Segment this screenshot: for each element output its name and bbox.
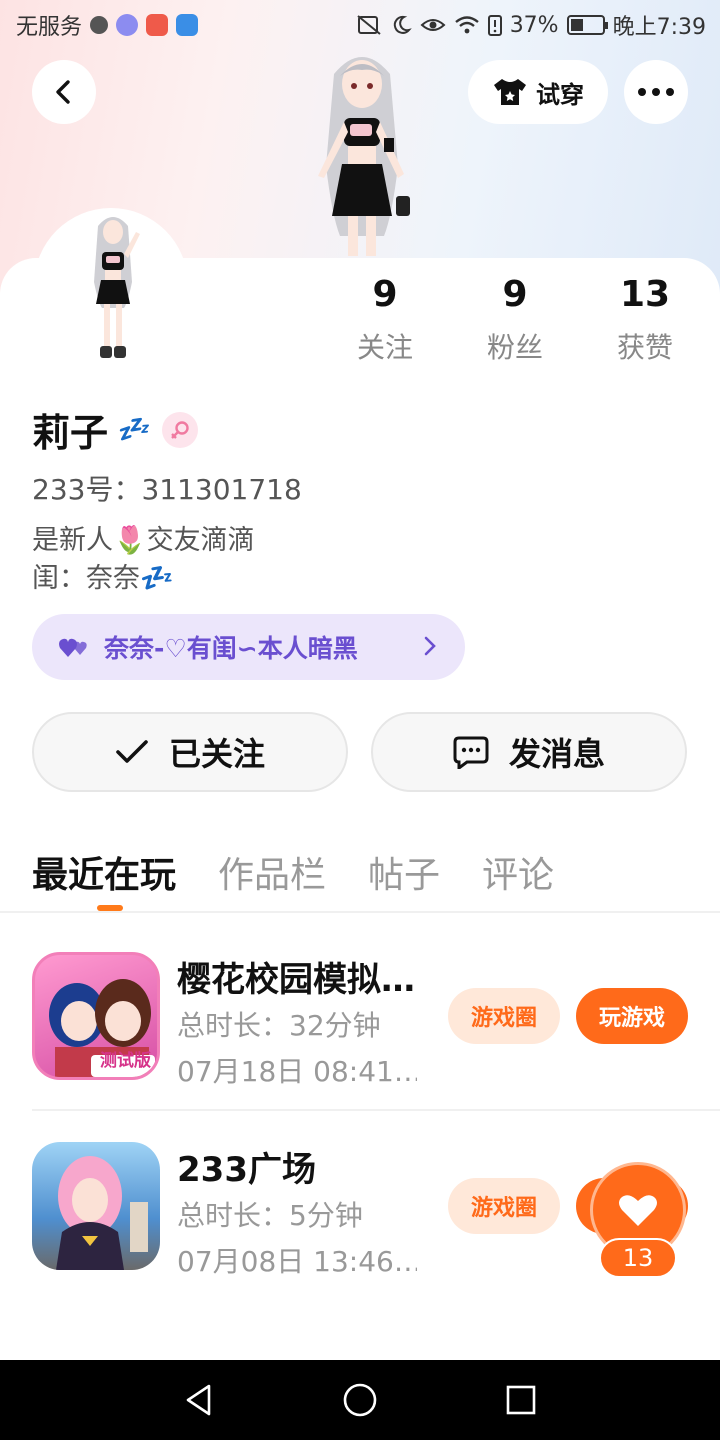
play-game-button[interactable]: 玩游戏 [576, 988, 688, 1044]
profile-tabs: 最近在玩 作品栏 帖子 评论 [32, 846, 554, 896]
family-link[interactable]: 奈奈-♡有闺∽本人暗黑 [32, 614, 465, 680]
game-last-played: 07月18日 08:41… [177, 1055, 417, 1088]
nav-back-icon[interactable] [183, 1383, 215, 1417]
avatar-figure-small[interactable] [80, 212, 146, 364]
user-name: 莉子 [32, 411, 109, 455]
send-message-button[interactable]: 发消息 [371, 712, 687, 792]
send-message-label: 发消息 [508, 735, 605, 773]
wifi-icon [454, 16, 479, 34]
game-list-item[interactable]: 测试版 樱花校园模拟… 总时长：32分钟 07月18日 08:41… 游戏圈 玩… [32, 952, 720, 1092]
battery-alert-icon [487, 15, 502, 36]
user-bio: 是新人🌷交友滴滴 闺：奈奈💤 [32, 522, 255, 598]
game-play-duration: 总时长：5分钟 [177, 1199, 363, 1232]
carrier-text: 无服务 [16, 15, 83, 40]
tshirt-icon [494, 79, 526, 105]
list-divider [32, 1109, 720, 1111]
game-icon-sakura-school[interactable]: 测试版 [32, 952, 160, 1080]
game-play-duration: 总时长：32分钟 [177, 1009, 381, 1042]
status-bar: 无服务 37% 晚上7:39 [0, 0, 720, 50]
stat-value: 13 [619, 274, 671, 315]
chevron-left-icon [56, 80, 70, 104]
profile-stats: 9 关注 9 粉丝 13 获赞 [320, 272, 710, 366]
nav-recents-icon[interactable] [505, 1384, 537, 1416]
tab-works[interactable]: 作品栏 [218, 846, 326, 896]
bio-line: 闺：奈奈💤 [32, 563, 174, 594]
family-label: 奈奈-♡有闺∽本人暗黑 [104, 634, 358, 663]
chat-bubble-icon [453, 736, 489, 769]
stat-followers[interactable]: 9 粉丝 [450, 272, 580, 366]
nav-home-icon[interactable] [342, 1382, 378, 1418]
tab-comments[interactable]: 评论 [482, 846, 554, 896]
no-sim-icon [357, 15, 381, 35]
stat-value: 9 [502, 274, 528, 315]
game-app-icon [146, 14, 169, 36]
stat-label: 关注 [356, 331, 413, 364]
game-circle-button[interactable]: 游戏圈 [448, 1178, 560, 1234]
stat-likes[interactable]: 13 获赞 [580, 272, 710, 366]
chevron-right-icon [424, 636, 436, 656]
stat-following[interactable]: 9 关注 [320, 272, 450, 366]
test-version-badge: 测试版 [100, 1051, 151, 1071]
try-on-label: 试穿 [536, 80, 584, 109]
name-row: 莉子 💤 [32, 402, 199, 457]
user-id: 233号：311301718 [32, 473, 302, 506]
back-button[interactable] [32, 60, 96, 124]
game-icon-233-plaza[interactable] [32, 1142, 160, 1270]
followed-button[interactable]: 已关注 [32, 712, 348, 792]
clock: 晚上7:39 [612, 15, 706, 40]
stat-label: 获赞 [616, 331, 673, 364]
more-button[interactable] [624, 60, 688, 124]
followed-label: 已关注 [168, 735, 265, 773]
shield-app-icon [176, 14, 199, 36]
more-dots-icon [638, 88, 674, 96]
game-last-played: 07月08日 13:46… [177, 1245, 417, 1278]
stat-value: 9 [372, 274, 398, 315]
double-heart-icon [59, 638, 87, 657]
eye-icon [420, 19, 446, 31]
bio-line: 是新人🌷交友滴滴 [32, 525, 255, 556]
game-title: 樱花校园模拟… [177, 960, 415, 1000]
app-notification-icon [90, 16, 109, 34]
tabs-divider [0, 911, 720, 913]
moon-icon [393, 15, 412, 34]
avatar-figure-large[interactable] [288, 46, 436, 266]
female-gender-icon [162, 411, 199, 448]
stat-label: 粉丝 [486, 331, 543, 364]
game-title: 233广场 [177, 1150, 316, 1190]
name-sleep-emoji: 💤 [116, 414, 148, 445]
try-on-button[interactable]: 试穿 [468, 60, 608, 124]
tab-recently-played[interactable]: 最近在玩 [32, 846, 176, 896]
system-nav-bar [0, 1360, 720, 1440]
music-app-icon [116, 14, 139, 36]
game-circle-button[interactable]: 游戏圈 [448, 988, 560, 1044]
tab-posts[interactable]: 帖子 [368, 846, 440, 896]
heart-icon [619, 1195, 657, 1226]
check-icon [116, 740, 148, 763]
battery-percent: 37% [509, 12, 559, 38]
battery-icon [566, 15, 608, 35]
like-count: 13 [599, 1238, 677, 1278]
